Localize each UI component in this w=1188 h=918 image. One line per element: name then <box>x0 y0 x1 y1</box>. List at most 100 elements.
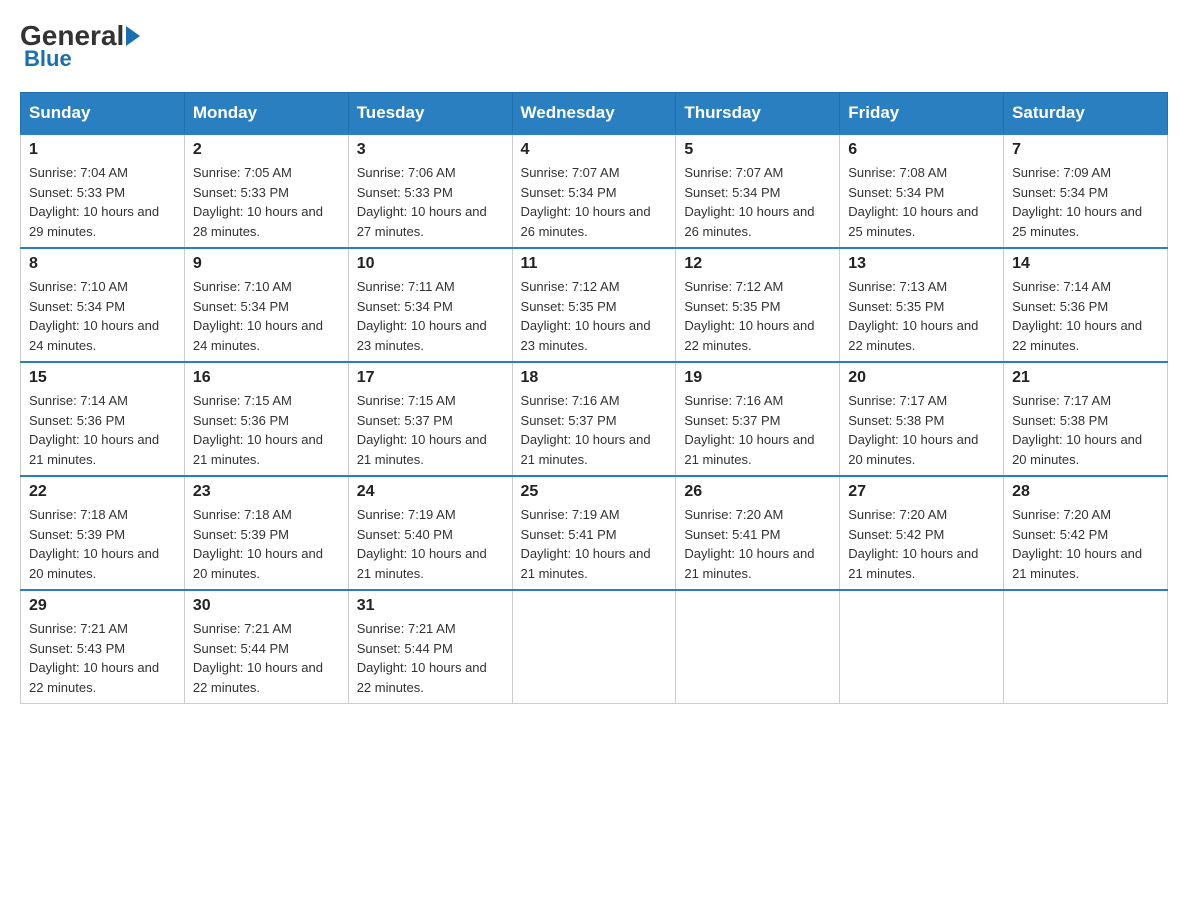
calendar-table: SundayMondayTuesdayWednesdayThursdayFrid… <box>20 92 1168 704</box>
day-number: 10 <box>357 255 504 273</box>
day-cell-18: 18 Sunrise: 7:16 AM Sunset: 5:37 PM Dayl… <box>512 362 676 476</box>
day-cell-24: 24 Sunrise: 7:19 AM Sunset: 5:40 PM Dayl… <box>348 476 512 590</box>
day-cell-14: 14 Sunrise: 7:14 AM Sunset: 5:36 PM Dayl… <box>1004 248 1168 362</box>
day-info: Sunrise: 7:16 AM Sunset: 5:37 PM Dayligh… <box>684 391 831 469</box>
day-info: Sunrise: 7:20 AM Sunset: 5:42 PM Dayligh… <box>1012 505 1159 583</box>
day-number: 4 <box>521 141 668 159</box>
day-cell-19: 19 Sunrise: 7:16 AM Sunset: 5:37 PM Dayl… <box>676 362 840 476</box>
day-number: 9 <box>193 255 340 273</box>
day-cell-11: 11 Sunrise: 7:12 AM Sunset: 5:35 PM Dayl… <box>512 248 676 362</box>
day-info: Sunrise: 7:16 AM Sunset: 5:37 PM Dayligh… <box>521 391 668 469</box>
day-cell-17: 17 Sunrise: 7:15 AM Sunset: 5:37 PM Dayl… <box>348 362 512 476</box>
logo: General Blue <box>20 20 142 72</box>
day-cell-27: 27 Sunrise: 7:20 AM Sunset: 5:42 PM Dayl… <box>840 476 1004 590</box>
day-info: Sunrise: 7:12 AM Sunset: 5:35 PM Dayligh… <box>521 277 668 355</box>
day-info: Sunrise: 7:09 AM Sunset: 5:34 PM Dayligh… <box>1012 163 1159 241</box>
day-cell-7: 7 Sunrise: 7:09 AM Sunset: 5:34 PM Dayli… <box>1004 134 1168 248</box>
day-info: Sunrise: 7:17 AM Sunset: 5:38 PM Dayligh… <box>1012 391 1159 469</box>
day-info: Sunrise: 7:18 AM Sunset: 5:39 PM Dayligh… <box>193 505 340 583</box>
day-info: Sunrise: 7:07 AM Sunset: 5:34 PM Dayligh… <box>521 163 668 241</box>
day-info: Sunrise: 7:15 AM Sunset: 5:36 PM Dayligh… <box>193 391 340 469</box>
day-info: Sunrise: 7:19 AM Sunset: 5:41 PM Dayligh… <box>521 505 668 583</box>
day-number: 8 <box>29 255 176 273</box>
day-info: Sunrise: 7:17 AM Sunset: 5:38 PM Dayligh… <box>848 391 995 469</box>
day-number: 14 <box>1012 255 1159 273</box>
empty-cell <box>676 590 840 704</box>
day-cell-3: 3 Sunrise: 7:06 AM Sunset: 5:33 PM Dayli… <box>348 134 512 248</box>
day-cell-15: 15 Sunrise: 7:14 AM Sunset: 5:36 PM Dayl… <box>21 362 185 476</box>
day-number: 25 <box>521 483 668 501</box>
day-cell-23: 23 Sunrise: 7:18 AM Sunset: 5:39 PM Dayl… <box>184 476 348 590</box>
week-row-2: 8 Sunrise: 7:10 AM Sunset: 5:34 PM Dayli… <box>21 248 1168 362</box>
day-number: 24 <box>357 483 504 501</box>
day-cell-16: 16 Sunrise: 7:15 AM Sunset: 5:36 PM Dayl… <box>184 362 348 476</box>
day-cell-5: 5 Sunrise: 7:07 AM Sunset: 5:34 PM Dayli… <box>676 134 840 248</box>
day-number: 21 <box>1012 369 1159 387</box>
day-number: 17 <box>357 369 504 387</box>
day-number: 19 <box>684 369 831 387</box>
day-info: Sunrise: 7:11 AM Sunset: 5:34 PM Dayligh… <box>357 277 504 355</box>
day-info: Sunrise: 7:10 AM Sunset: 5:34 PM Dayligh… <box>193 277 340 355</box>
day-info: Sunrise: 7:07 AM Sunset: 5:34 PM Dayligh… <box>684 163 831 241</box>
day-cell-12: 12 Sunrise: 7:12 AM Sunset: 5:35 PM Dayl… <box>676 248 840 362</box>
day-number: 3 <box>357 141 504 159</box>
day-cell-8: 8 Sunrise: 7:10 AM Sunset: 5:34 PM Dayli… <box>21 248 185 362</box>
day-info: Sunrise: 7:18 AM Sunset: 5:39 PM Dayligh… <box>29 505 176 583</box>
day-cell-1: 1 Sunrise: 7:04 AM Sunset: 5:33 PM Dayli… <box>21 134 185 248</box>
day-cell-9: 9 Sunrise: 7:10 AM Sunset: 5:34 PM Dayli… <box>184 248 348 362</box>
day-info: Sunrise: 7:20 AM Sunset: 5:42 PM Dayligh… <box>848 505 995 583</box>
day-cell-31: 31 Sunrise: 7:21 AM Sunset: 5:44 PM Dayl… <box>348 590 512 704</box>
day-cell-21: 21 Sunrise: 7:17 AM Sunset: 5:38 PM Dayl… <box>1004 362 1168 476</box>
day-number: 30 <box>193 597 340 615</box>
empty-cell <box>1004 590 1168 704</box>
day-number: 6 <box>848 141 995 159</box>
column-header-saturday: Saturday <box>1004 93 1168 135</box>
column-header-tuesday: Tuesday <box>348 93 512 135</box>
day-cell-25: 25 Sunrise: 7:19 AM Sunset: 5:41 PM Dayl… <box>512 476 676 590</box>
day-cell-6: 6 Sunrise: 7:08 AM Sunset: 5:34 PM Dayli… <box>840 134 1004 248</box>
day-number: 12 <box>684 255 831 273</box>
day-number: 31 <box>357 597 504 615</box>
day-number: 13 <box>848 255 995 273</box>
day-number: 22 <box>29 483 176 501</box>
day-number: 1 <box>29 141 176 159</box>
day-number: 26 <box>684 483 831 501</box>
day-cell-10: 10 Sunrise: 7:11 AM Sunset: 5:34 PM Dayl… <box>348 248 512 362</box>
empty-cell <box>512 590 676 704</box>
day-number: 18 <box>521 369 668 387</box>
logo-arrow-icon <box>126 26 140 46</box>
day-info: Sunrise: 7:05 AM Sunset: 5:33 PM Dayligh… <box>193 163 340 241</box>
day-number: 2 <box>193 141 340 159</box>
day-cell-2: 2 Sunrise: 7:05 AM Sunset: 5:33 PM Dayli… <box>184 134 348 248</box>
column-header-thursday: Thursday <box>676 93 840 135</box>
logo-blue: Blue <box>24 46 72 72</box>
day-info: Sunrise: 7:13 AM Sunset: 5:35 PM Dayligh… <box>848 277 995 355</box>
day-info: Sunrise: 7:14 AM Sunset: 5:36 PM Dayligh… <box>29 391 176 469</box>
empty-cell <box>840 590 1004 704</box>
page-header: General Blue <box>20 20 1168 72</box>
day-cell-28: 28 Sunrise: 7:20 AM Sunset: 5:42 PM Dayl… <box>1004 476 1168 590</box>
day-number: 11 <box>521 255 668 273</box>
day-number: 15 <box>29 369 176 387</box>
column-header-wednesday: Wednesday <box>512 93 676 135</box>
week-row-5: 29 Sunrise: 7:21 AM Sunset: 5:43 PM Dayl… <box>21 590 1168 704</box>
day-info: Sunrise: 7:12 AM Sunset: 5:35 PM Dayligh… <box>684 277 831 355</box>
day-info: Sunrise: 7:10 AM Sunset: 5:34 PM Dayligh… <box>29 277 176 355</box>
column-header-monday: Monday <box>184 93 348 135</box>
week-row-4: 22 Sunrise: 7:18 AM Sunset: 5:39 PM Dayl… <box>21 476 1168 590</box>
day-cell-20: 20 Sunrise: 7:17 AM Sunset: 5:38 PM Dayl… <box>840 362 1004 476</box>
day-number: 28 <box>1012 483 1159 501</box>
calendar-header-row: SundayMondayTuesdayWednesdayThursdayFrid… <box>21 93 1168 135</box>
day-info: Sunrise: 7:20 AM Sunset: 5:41 PM Dayligh… <box>684 505 831 583</box>
day-info: Sunrise: 7:21 AM Sunset: 5:44 PM Dayligh… <box>193 619 340 697</box>
day-cell-29: 29 Sunrise: 7:21 AM Sunset: 5:43 PM Dayl… <box>21 590 185 704</box>
day-info: Sunrise: 7:19 AM Sunset: 5:40 PM Dayligh… <box>357 505 504 583</box>
week-row-1: 1 Sunrise: 7:04 AM Sunset: 5:33 PM Dayli… <box>21 134 1168 248</box>
day-info: Sunrise: 7:06 AM Sunset: 5:33 PM Dayligh… <box>357 163 504 241</box>
day-cell-4: 4 Sunrise: 7:07 AM Sunset: 5:34 PM Dayli… <box>512 134 676 248</box>
day-cell-30: 30 Sunrise: 7:21 AM Sunset: 5:44 PM Dayl… <box>184 590 348 704</box>
week-row-3: 15 Sunrise: 7:14 AM Sunset: 5:36 PM Dayl… <box>21 362 1168 476</box>
day-info: Sunrise: 7:08 AM Sunset: 5:34 PM Dayligh… <box>848 163 995 241</box>
column-header-sunday: Sunday <box>21 93 185 135</box>
day-info: Sunrise: 7:04 AM Sunset: 5:33 PM Dayligh… <box>29 163 176 241</box>
